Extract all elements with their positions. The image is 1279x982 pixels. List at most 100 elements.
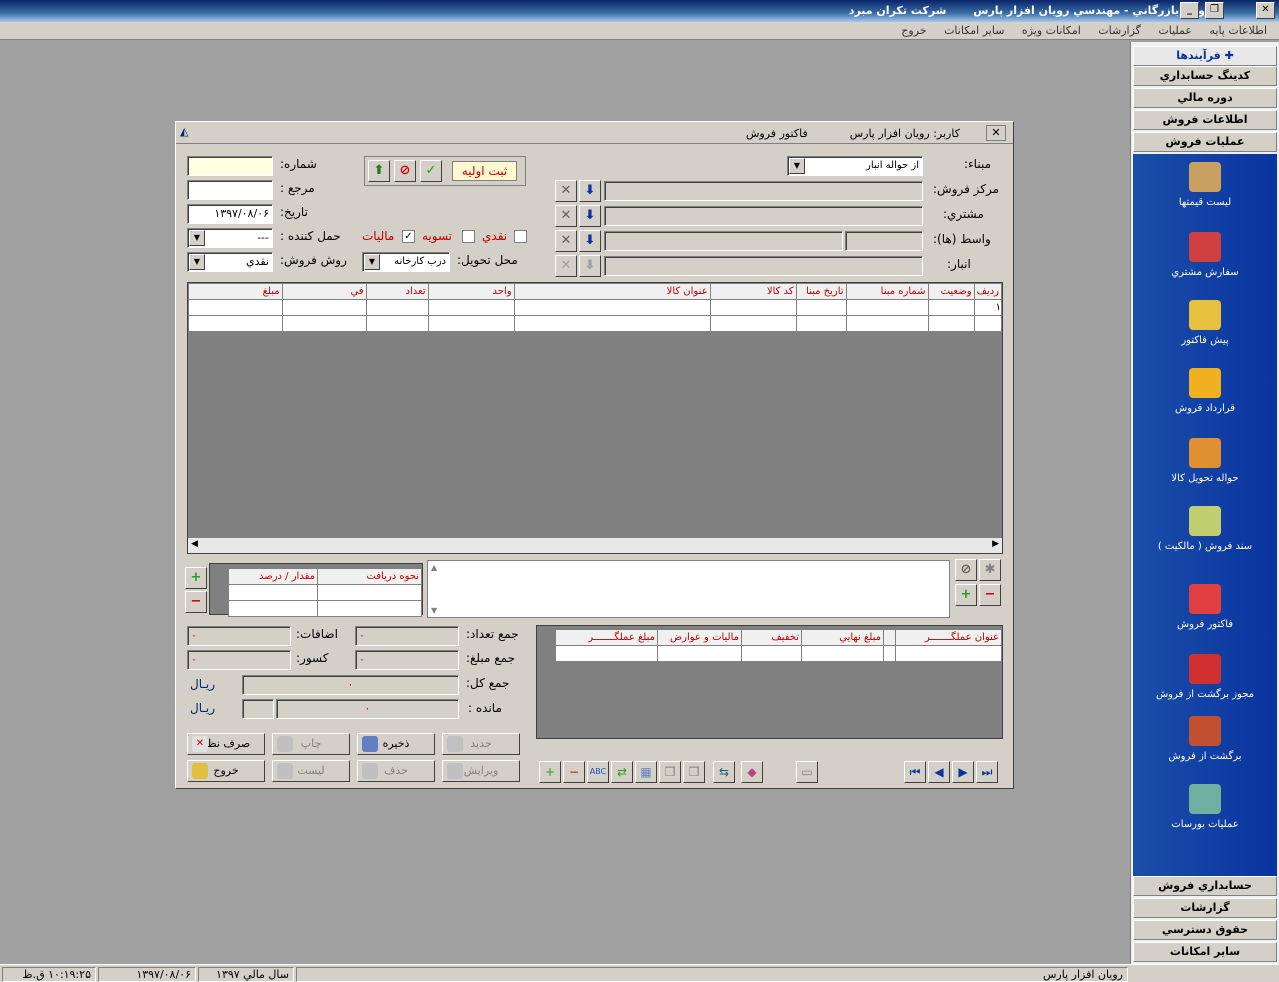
table-row[interactable] [228,600,422,617]
list-button[interactable]: ليست [272,760,350,782]
refresh-icon[interactable]: ⇄ [611,761,633,783]
next-record-icon[interactable]: ▶ [952,761,974,783]
sidebar-head-sales-ops[interactable]: عمليات فروش [1133,132,1277,152]
chevron-down-icon[interactable]: ▼ [189,254,205,270]
col-title[interactable]: عنوان كالا [513,283,711,300]
col-row[interactable]: رديف [973,283,1003,300]
cash-checkbox[interactable] [514,230,527,243]
col-agent-amount[interactable]: مبلغ عملگـــــــر [555,629,658,646]
shapes-icon[interactable]: ◆ [741,761,763,783]
cancel-note-icon[interactable]: ⊘ [955,559,977,581]
dialog-close-icon[interactable]: ✕ [986,125,1006,141]
col-receipt-type[interactable]: نحوه دريافت [317,568,422,585]
remove-receipt-icon[interactable]: − [185,591,207,613]
menu-operations[interactable]: عمليات [1158,24,1192,37]
chevron-down-icon[interactable]: ▼ [364,254,380,270]
col-amount[interactable]: مبلغ [188,283,283,300]
last-record-icon[interactable]: ⏭ [976,761,998,783]
scroll-up-icon[interactable]: ▲ [431,563,437,572]
table-row[interactable] [228,584,422,601]
lookup-broker-icon[interactable]: ⬇ [579,230,601,252]
warehouse-field[interactable] [604,256,923,276]
sidebar-item-return-permit[interactable]: مجوز برگشت از فروش [1133,654,1277,702]
chevron-down-icon[interactable]: ▼ [189,230,205,246]
sales-center-field[interactable] [604,181,923,201]
table-row[interactable]: ۱ [188,299,1003,316]
save-button[interactable]: ذخيره [357,733,435,755]
prev-record-icon[interactable]: ◀ [928,761,950,783]
col-qty[interactable]: تعداد [365,283,429,300]
lookup-customer-icon[interactable]: ⬇ [579,205,601,227]
spellcheck-icon[interactable]: ABC [587,761,609,783]
restore-button[interactable]: ❐ [1205,2,1224,19]
date-field[interactable]: ۱۳۹۷/۰۸/۰۶ [187,204,273,224]
settle-checkbox[interactable] [462,230,475,243]
base-select[interactable]: از حواله انبار ▼ [787,156,923,176]
sidebar-item-contract[interactable]: قرارداد فروش [1133,368,1277,416]
col-agent-title[interactable]: عنوان عملگـــــــر [895,629,1002,646]
horizontal-scrollbar[interactable]: ◀ ▶ [188,537,1002,553]
sidebar-head-sales-info[interactable]: اطلاعات فروش [1133,110,1277,130]
broker-field[interactable] [604,231,843,251]
first-record-icon[interactable]: ⏮ [904,761,926,783]
add-row-icon[interactable]: + [539,761,561,783]
clear-center-icon[interactable]: ✕ [555,180,577,202]
print-button[interactable]: چاپ [272,733,350,755]
table-row[interactable] [188,315,1003,332]
col-agent-final[interactable]: مبلغ نهايي [801,629,884,646]
col-status[interactable]: وضعيت [927,283,975,300]
menu-special[interactable]: امكانات ويژه [1022,24,1081,37]
sidebar-head-coding[interactable]: كدينگ حسابداري [1133,66,1277,86]
ref-field[interactable] [187,180,273,200]
scroll-down-icon[interactable]: ▼ [431,606,437,615]
number-field[interactable] [187,156,273,176]
menu-reports[interactable]: گزارشات [1098,24,1141,37]
notes-textarea[interactable]: ▲ ▼ [427,560,950,618]
menu-other[interactable]: ساير امكانات [944,24,1004,37]
carrier-select[interactable]: --- ▼ [187,228,273,248]
sidebar-item-customer-order[interactable]: سفارش مشتري [1133,232,1277,280]
table-row[interactable] [555,645,1002,662]
sidebar-item-invoice[interactable]: فاكتور فروش [1133,584,1277,632]
sidebar-item-return[interactable]: برگشت از فروش [1133,716,1277,764]
menu-exit[interactable]: خروج [901,24,926,37]
lookup-center-icon[interactable]: ⬇ [579,180,601,202]
sidebar-head-fiscal[interactable]: دوره مالي [1133,88,1277,108]
status-new-icon[interactable]: ⬆ [368,160,390,182]
sidebar-item-delivery[interactable]: حواله تحويل كالا [1133,438,1277,486]
broker-extra-field[interactable] [845,231,923,251]
sidebar-item-proforma[interactable]: پيش فاكتور [1133,300,1277,348]
sidebar-head-reports[interactable]: گزارشات [1133,898,1277,918]
col-price[interactable]: في [281,283,367,300]
minimize-button[interactable]: _ [1180,2,1199,19]
add-receipt-icon[interactable]: + [185,567,207,589]
star-icon[interactable]: ✱ [979,559,1001,581]
delivery-select[interactable]: درب كارخانه ▼ [362,252,450,272]
edit-button[interactable]: ويرايش [442,760,520,782]
close-button[interactable]: ✕ [1256,2,1275,19]
chevron-down-icon[interactable]: ▼ [789,158,805,174]
remove-note-icon[interactable]: − [979,584,1001,606]
cancel-button[interactable]: ✕ صرف نظر [187,733,265,755]
col-code[interactable]: كد كالا [709,283,797,300]
paste-icon[interactable]: ❐ [683,761,705,783]
col-base-date[interactable]: تاريخ مبنا [795,283,847,300]
clear-broker-icon[interactable]: ✕ [555,230,577,252]
blank-tool-icon[interactable]: ▭ [796,761,818,783]
calculator-icon[interactable]: ▦ [635,761,657,783]
add-note-icon[interactable]: + [955,584,977,606]
col-unit[interactable]: واحد [427,283,515,300]
sidebar-item-exchange[interactable]: عمليات بورسات [1133,784,1277,832]
exit-button[interactable]: خروج [187,760,265,782]
col-agent-tax[interactable]: ماليات و عوارض [657,629,742,646]
new-button[interactable]: جديد [442,733,520,755]
sidebar-item-sale-doc[interactable]: سند فروش ( مالكيت ) [1133,506,1277,554]
customer-field[interactable] [604,206,923,226]
tax-checkbox[interactable]: ✓ [402,230,415,243]
copy-icon[interactable]: ❐ [659,761,681,783]
scroll-left-icon[interactable]: ◀ [191,539,198,549]
delete-button[interactable]: حذف [357,760,435,782]
sidebar-processes-header[interactable]: فرآيندها ✚ [1133,46,1277,66]
sidebar-head-other[interactable]: ساير امكانات [1133,942,1277,962]
col-receipt-value[interactable]: مقدار / درصد [228,568,318,585]
